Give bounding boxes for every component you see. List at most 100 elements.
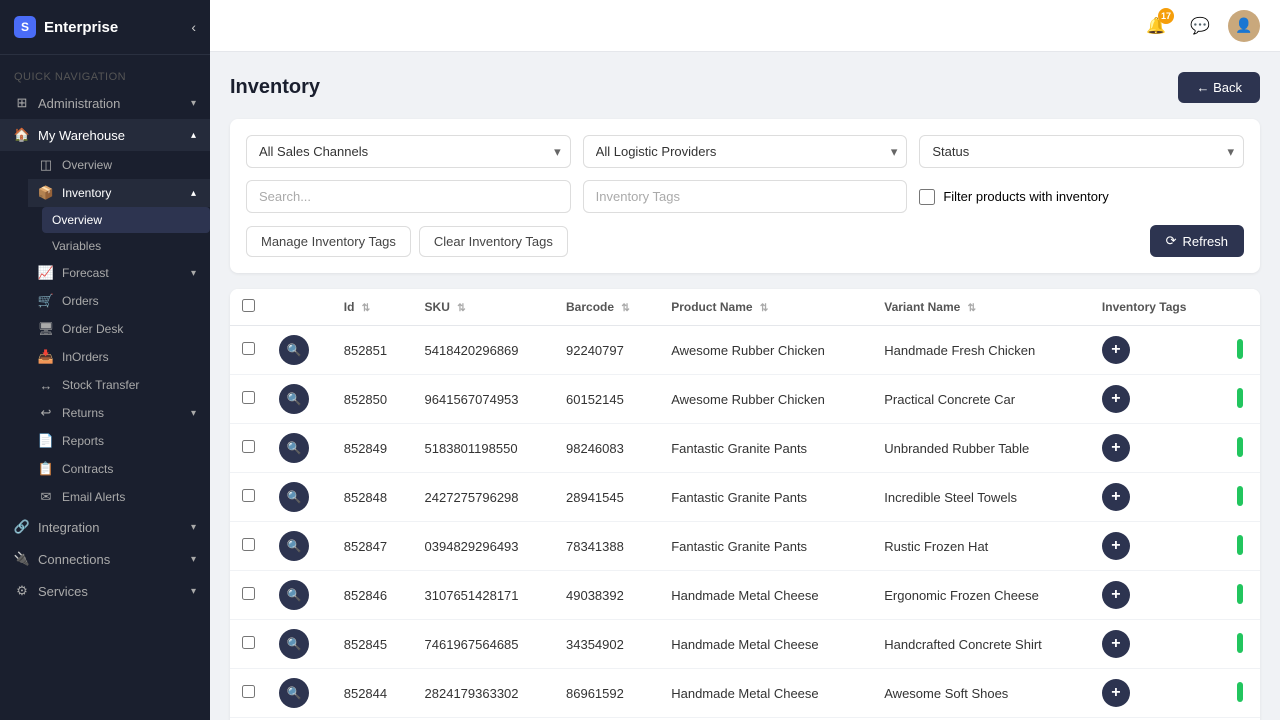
sidebar-item-inorders[interactable]: 📥 InOrders bbox=[28, 343, 210, 371]
search-icon-5: 🔍 bbox=[287, 588, 302, 602]
table-row: 🔍 852847 0394829296493 78341388 Fantasti… bbox=[230, 522, 1260, 571]
row-barcode-2: 98246083 bbox=[554, 424, 659, 473]
row-id-1: 852850 bbox=[332, 375, 413, 424]
row-checkbox-0[interactable] bbox=[242, 342, 255, 355]
refresh-button[interactable]: ⟳ Refresh bbox=[1150, 225, 1244, 257]
app-name: Enterprise bbox=[44, 19, 118, 36]
row-search-button-4[interactable]: 🔍 bbox=[279, 531, 309, 561]
col-status bbox=[1220, 289, 1260, 326]
table-row: 🔍 852846 3107651428171 49038392 Handmade… bbox=[230, 571, 1260, 620]
filter-inventory-checkbox[interactable] bbox=[919, 189, 935, 205]
row-search-button-5[interactable]: 🔍 bbox=[279, 580, 309, 610]
col-barcode[interactable]: Barcode ⇅ bbox=[554, 289, 659, 326]
sidebar-toggle[interactable]: ‹ bbox=[191, 19, 196, 35]
sidebar-item-administration[interactable]: ⊞ Administration ▾ bbox=[0, 87, 210, 119]
sales-channels-select[interactable]: All Sales Channels bbox=[246, 135, 571, 168]
col-product-name[interactable]: Product Name ⇅ bbox=[659, 289, 872, 326]
messages-button[interactable]: 💬 bbox=[1184, 10, 1216, 42]
row-search-cell: 🔍 bbox=[267, 522, 332, 571]
row-search-button-7[interactable]: 🔍 bbox=[279, 678, 309, 708]
row-checkbox-7[interactable] bbox=[242, 685, 255, 698]
filter-row-1: All Sales Channels All Logistic Provider… bbox=[246, 135, 1244, 168]
col-sku[interactable]: SKU ⇅ bbox=[413, 289, 554, 326]
sidebar-item-inventory[interactable]: 📦 Inventory ▴ bbox=[28, 179, 210, 207]
row-variant-name-6: Handcrafted Concrete Shirt bbox=[872, 620, 1090, 669]
sidebar-item-my-warehouse[interactable]: 🏠 My Warehouse ▴ bbox=[0, 119, 210, 151]
chevron-icon-connections: ▾ bbox=[191, 554, 196, 565]
sidebar-item-inv-variables[interactable]: Variables bbox=[42, 233, 210, 259]
table-row: 🔍 852848 2427275796298 28941545 Fantasti… bbox=[230, 473, 1260, 522]
back-button[interactable]: ← Back bbox=[1178, 72, 1260, 103]
search-input[interactable] bbox=[246, 180, 571, 213]
inorders-icon: 📥 bbox=[38, 349, 54, 365]
clear-tags-button[interactable]: Clear Inventory Tags bbox=[419, 226, 568, 257]
sidebar-label-inv-overview: Overview bbox=[52, 213, 102, 227]
col-select-all bbox=[230, 289, 267, 326]
row-indicator-5 bbox=[1237, 584, 1243, 604]
table-body: 🔍 852851 5418420296869 92240797 Awesome … bbox=[230, 326, 1260, 720]
sidebar-item-contracts[interactable]: 📋 Contracts bbox=[28, 455, 210, 483]
row-product-name-0: Awesome Rubber Chicken bbox=[659, 326, 872, 375]
sidebar-item-services[interactable]: ⚙ Services ▾ bbox=[0, 575, 210, 607]
row-search-button-3[interactable]: 🔍 bbox=[279, 482, 309, 512]
sidebar-item-integration[interactable]: 🔗 Integration ▾ bbox=[0, 511, 210, 543]
row-checkbox-1[interactable] bbox=[242, 391, 255, 404]
row-checkbox-4[interactable] bbox=[242, 538, 255, 551]
sidebar-label-integration: Integration bbox=[38, 520, 99, 535]
row-barcode-4: 78341388 bbox=[554, 522, 659, 571]
page-content: Inventory ← Back All Sales Channels All … bbox=[210, 52, 1280, 720]
row-sku-5: 3107651428171 bbox=[413, 571, 554, 620]
filter-card: All Sales Channels All Logistic Provider… bbox=[230, 119, 1260, 273]
inventory-tags-input[interactable] bbox=[583, 180, 908, 213]
contracts-icon: 📋 bbox=[38, 461, 54, 477]
col-id[interactable]: Id ⇅ bbox=[332, 289, 413, 326]
inventory-table-wrap: Id ⇅ SKU ⇅ Barcode ⇅ Product Name ⇅ Vari… bbox=[230, 289, 1260, 720]
sidebar-item-connections[interactable]: 🔌 Connections ▾ bbox=[0, 543, 210, 575]
add-tag-button-2[interactable]: + bbox=[1102, 434, 1130, 462]
select-all-checkbox[interactable] bbox=[242, 299, 255, 312]
sidebar-item-stock-transfer[interactable]: ↔ Stock Transfer bbox=[28, 371, 210, 399]
col-variant-name[interactable]: Variant Name ⇅ bbox=[872, 289, 1090, 326]
row-search-button-2[interactable]: 🔍 bbox=[279, 433, 309, 463]
row-checkbox-2[interactable] bbox=[242, 440, 255, 453]
row-search-button-6[interactable]: 🔍 bbox=[279, 629, 309, 659]
row-search-button-0[interactable]: 🔍 bbox=[279, 335, 309, 365]
sidebar-item-returns[interactable]: ↩ Returns ▾ bbox=[28, 399, 210, 427]
avatar[interactable]: 👤 bbox=[1228, 10, 1260, 42]
search-icon-3: 🔍 bbox=[287, 490, 302, 504]
table-row: 🔍 852850 9641567074953 60152145 Awesome … bbox=[230, 375, 1260, 424]
add-tag-button-3[interactable]: + bbox=[1102, 483, 1130, 511]
add-tag-button-4[interactable]: + bbox=[1102, 532, 1130, 560]
row-checkbox-3[interactable] bbox=[242, 489, 255, 502]
row-variant-name-5: Ergonomic Frozen Cheese bbox=[872, 571, 1090, 620]
sidebar-item-forecast[interactable]: 📈 Forecast ▾ bbox=[28, 259, 210, 287]
row-tags-cell-7: + bbox=[1090, 669, 1220, 718]
logistic-providers-wrap: All Logistic Providers bbox=[583, 135, 908, 168]
sidebar-item-reports[interactable]: 📄 Reports bbox=[28, 427, 210, 455]
status-select[interactable]: Status bbox=[919, 135, 1244, 168]
row-barcode-1: 60152145 bbox=[554, 375, 659, 424]
row-sku-0: 5418420296869 bbox=[413, 326, 554, 375]
row-checkbox-5[interactable] bbox=[242, 587, 255, 600]
add-tag-button-0[interactable]: + bbox=[1102, 336, 1130, 364]
manage-tags-button[interactable]: Manage Inventory Tags bbox=[246, 226, 411, 257]
add-tag-button-6[interactable]: + bbox=[1102, 630, 1130, 658]
add-tag-button-1[interactable]: + bbox=[1102, 385, 1130, 413]
page-title: Inventory bbox=[230, 76, 320, 99]
sidebar-item-email-alerts[interactable]: ✉ Email Alerts bbox=[28, 483, 210, 511]
row-checkbox-cell bbox=[230, 326, 267, 375]
search-icon-4: 🔍 bbox=[287, 539, 302, 553]
search-icon-6: 🔍 bbox=[287, 637, 302, 651]
sidebar-item-overview[interactable]: ◫ Overview bbox=[28, 151, 210, 179]
row-search-button-1[interactable]: 🔍 bbox=[279, 384, 309, 414]
add-tag-button-5[interactable]: + bbox=[1102, 581, 1130, 609]
logistic-providers-select[interactable]: All Logistic Providers bbox=[583, 135, 908, 168]
inventory-table: Id ⇅ SKU ⇅ Barcode ⇅ Product Name ⇅ Vari… bbox=[230, 289, 1260, 720]
sidebar-item-order-desk[interactable]: 🖥 Order Desk bbox=[28, 315, 210, 343]
sidebar-item-orders[interactable]: 🛒 Orders bbox=[28, 287, 210, 315]
sidebar-item-inv-overview[interactable]: Overview bbox=[42, 207, 210, 233]
add-tag-button-7[interactable]: + bbox=[1102, 679, 1130, 707]
forecast-icon: 📈 bbox=[38, 265, 54, 281]
notifications-button[interactable]: 🔔 17 bbox=[1140, 10, 1172, 42]
row-checkbox-6[interactable] bbox=[242, 636, 255, 649]
